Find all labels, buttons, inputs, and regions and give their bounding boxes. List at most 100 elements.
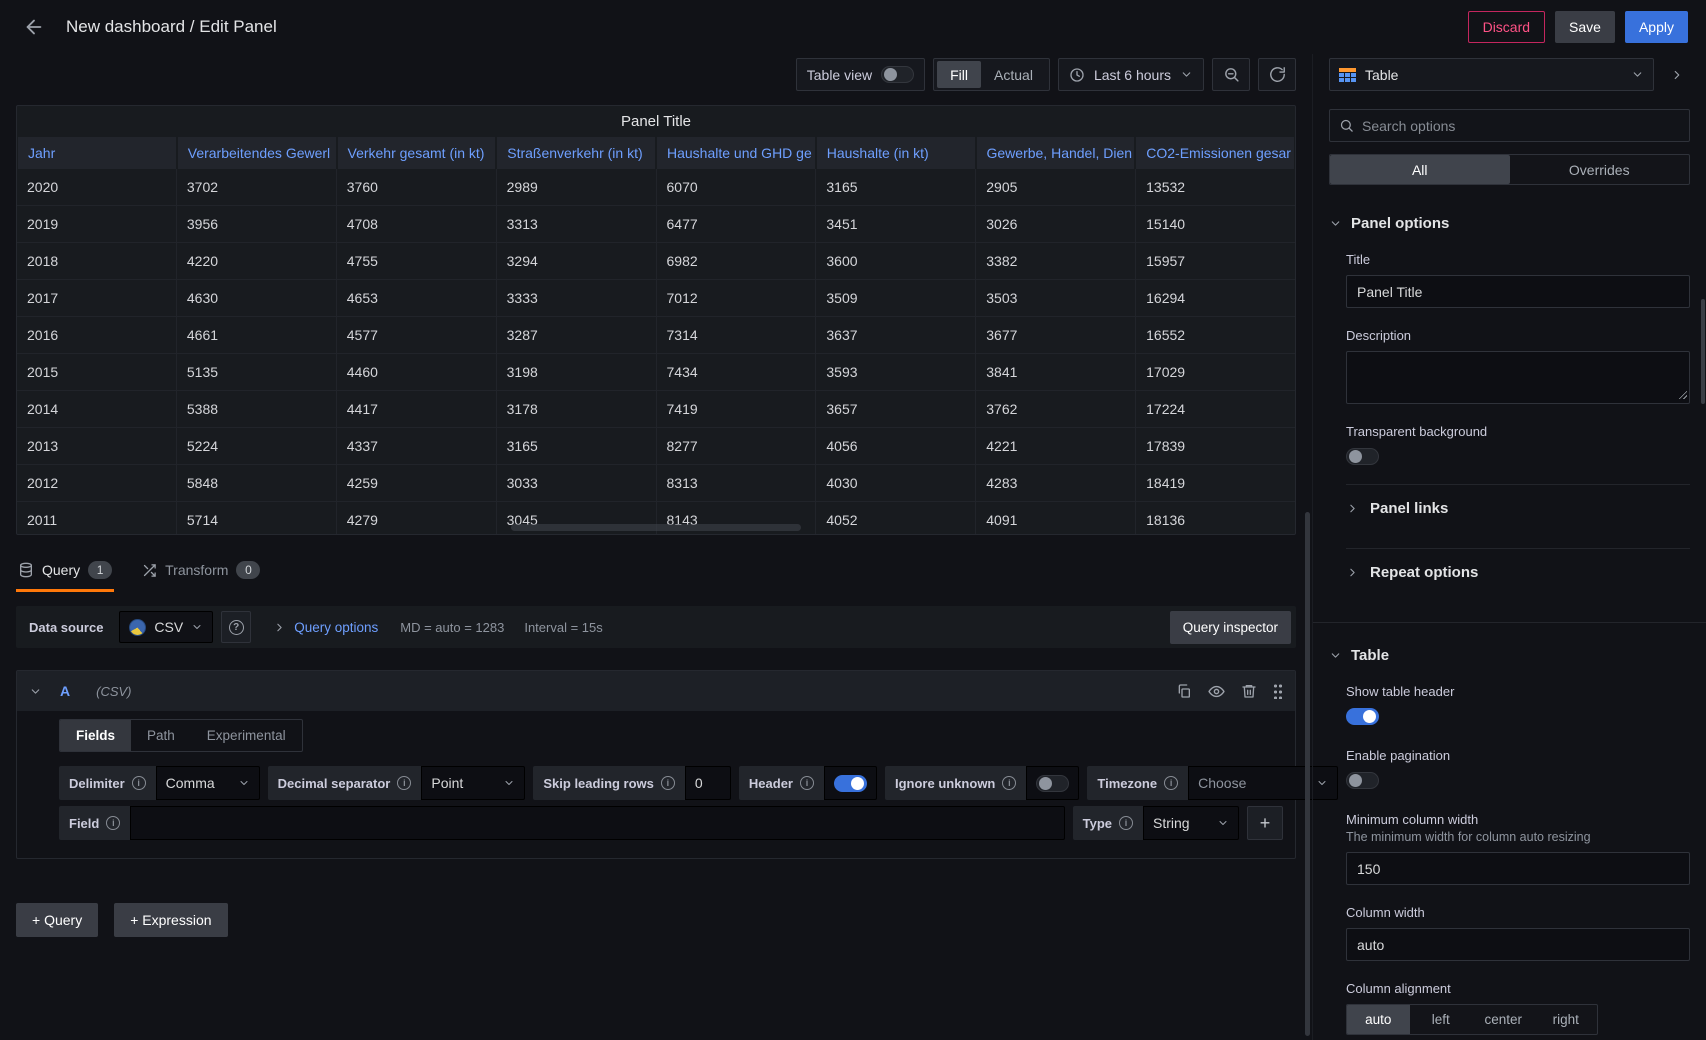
apply-button[interactable]: Apply	[1625, 11, 1688, 43]
save-button[interactable]: Save	[1555, 11, 1615, 43]
table-view-toggle[interactable]	[881, 66, 914, 83]
sidebar-scrollbar[interactable]	[1701, 299, 1705, 404]
type-select[interactable]: String	[1143, 806, 1239, 840]
align-option-left[interactable]: left	[1410, 1005, 1473, 1034]
field-row: Fieldi Typei String +	[59, 806, 1283, 840]
align-option-right[interactable]: right	[1535, 1005, 1598, 1034]
back-button[interactable]	[18, 11, 50, 43]
datasource-help-button[interactable]: ?	[221, 611, 251, 643]
search-options-input[interactable]	[1362, 118, 1680, 134]
table-cell: 6982	[657, 243, 817, 279]
table-cell: 15140	[1136, 206, 1295, 242]
time-range-picker[interactable]: Last 6 hours	[1058, 58, 1204, 91]
panel-options-header[interactable]: Panel options	[1313, 215, 1706, 232]
table-options-header[interactable]: Table	[1313, 647, 1706, 664]
tab-overrides[interactable]: Overrides	[1510, 155, 1690, 184]
chevron-right-icon	[1670, 68, 1684, 82]
table-cell: 4653	[337, 280, 497, 316]
horizontal-scrollbar[interactable]	[511, 524, 801, 531]
table-cell: 3033	[497, 465, 657, 501]
tab-transform[interactable]: Transform 0	[140, 555, 262, 592]
table-cell: 4279	[337, 502, 497, 535]
info-icon: i	[1164, 776, 1178, 790]
transparent-background-label: Transparent background	[1346, 424, 1690, 439]
column-header[interactable]: Verarbeitendes Gewerl	[178, 137, 338, 169]
add-query-button[interactable]: + Query	[16, 903, 98, 937]
csv-options-row: Delimiteri Comma Decimal separatori Poin…	[59, 766, 1283, 800]
column-header[interactable]: Haushalte (in kt)	[817, 137, 977, 169]
column-width-input[interactable]	[1346, 928, 1690, 961]
info-icon: i	[661, 776, 675, 790]
query-options-link[interactable]: Query options	[294, 620, 378, 635]
table-row: 201258484259303383134030428318419	[17, 465, 1295, 502]
table-cell: 15957	[1136, 243, 1295, 279]
table-cell: 3702	[177, 169, 337, 205]
column-header[interactable]: Haushalte und GHD ge	[657, 137, 817, 169]
table-cell: 3333	[497, 280, 657, 316]
actual-option[interactable]: Actual	[981, 61, 1046, 88]
table-cell: 3165	[497, 428, 657, 464]
enable-pagination-toggle[interactable]	[1346, 772, 1379, 789]
panel-title-input[interactable]	[1346, 275, 1690, 308]
decimal-separator-label: Decimal separatori	[268, 766, 422, 800]
drag-handle-icon[interactable]	[1273, 683, 1283, 699]
query-tab-label: Query	[42, 562, 80, 578]
editor-tab-path[interactable]: Path	[131, 720, 191, 751]
discard-button[interactable]: Discard	[1468, 11, 1545, 43]
tab-all[interactable]: All	[1330, 155, 1510, 184]
minimum-column-width-desc: The minimum width for column auto resizi…	[1346, 830, 1690, 844]
table-cell: 2017	[17, 280, 177, 316]
field-label: Fieldi	[59, 806, 130, 840]
editor-tab-fields[interactable]: Fields	[60, 720, 131, 751]
chevron-down-icon[interactable]	[29, 685, 42, 698]
duplicate-icon[interactable]	[1176, 683, 1192, 699]
minimum-column-width-input[interactable]	[1346, 852, 1690, 885]
align-option-auto[interactable]: auto	[1347, 1005, 1410, 1034]
column-header[interactable]: CO2-Emissionen gesar	[1136, 137, 1294, 169]
decimal-separator-select[interactable]: Point	[421, 766, 525, 800]
zoom-out-button[interactable]	[1212, 58, 1250, 91]
panel-table-body: 2020370237602989607031652905135322019395…	[17, 169, 1295, 535]
options-sidebar: Table All Overrides Panel options	[1312, 54, 1706, 1040]
column-header[interactable]: Straßenverkehr (in kt)	[497, 137, 657, 169]
description-textarea[interactable]	[1346, 351, 1690, 404]
datasource-picker[interactable]: CSV	[119, 611, 213, 643]
add-expression-button[interactable]: + Expression	[114, 903, 227, 937]
visualization-picker[interactable]: Table	[1329, 58, 1654, 91]
timezone-label: Timezonei	[1087, 766, 1188, 800]
visualization-name: Table	[1365, 67, 1622, 83]
skip-leading-rows-input[interactable]: 0	[685, 766, 731, 800]
table-cell: 3657	[816, 391, 976, 427]
query-ref-id[interactable]: A	[60, 683, 70, 699]
main-scrollbar[interactable]	[1305, 512, 1310, 1036]
table-cell: 3762	[976, 391, 1136, 427]
column-header[interactable]: Jahr	[18, 137, 178, 169]
query-inspector-button[interactable]: Query inspector	[1170, 611, 1291, 644]
panel-preview: Panel Title JahrVerarbeitendes GewerlVer…	[16, 105, 1296, 535]
collapse-sidebar-button[interactable]	[1664, 58, 1690, 91]
column-header[interactable]: Verkehr gesamt (in kt)	[338, 137, 498, 169]
column-width-label: Column width	[1346, 905, 1690, 920]
show-table-header-toggle[interactable]	[1346, 708, 1379, 725]
eye-icon[interactable]	[1208, 683, 1225, 700]
delimiter-select[interactable]: Comma	[156, 766, 260, 800]
table-cell: 4030	[816, 465, 976, 501]
column-header[interactable]: Gewerbe, Handel, Dien	[977, 137, 1137, 169]
field-input[interactable]	[130, 806, 1064, 840]
query-count-badge: 1	[88, 561, 112, 579]
ignore-unknown-toggle[interactable]	[1036, 775, 1069, 792]
table-cell: 13532	[1136, 169, 1295, 205]
panel-links-section[interactable]: Panel links	[1346, 484, 1690, 532]
fill-option[interactable]: Fill	[937, 61, 981, 88]
repeat-options-section[interactable]: Repeat options	[1346, 548, 1690, 596]
add-field-button[interactable]: +	[1247, 806, 1283, 840]
transparent-background-toggle[interactable]	[1346, 448, 1379, 465]
tab-query[interactable]: Query 1	[16, 555, 114, 592]
align-option-center[interactable]: center	[1472, 1005, 1535, 1034]
chevron-down-icon	[1329, 217, 1342, 230]
trash-icon[interactable]	[1241, 683, 1257, 699]
header-toggle[interactable]	[834, 775, 867, 792]
editor-tab-experimental[interactable]: Experimental	[191, 720, 302, 751]
zoom-out-icon	[1223, 66, 1240, 83]
refresh-button[interactable]	[1258, 58, 1296, 91]
